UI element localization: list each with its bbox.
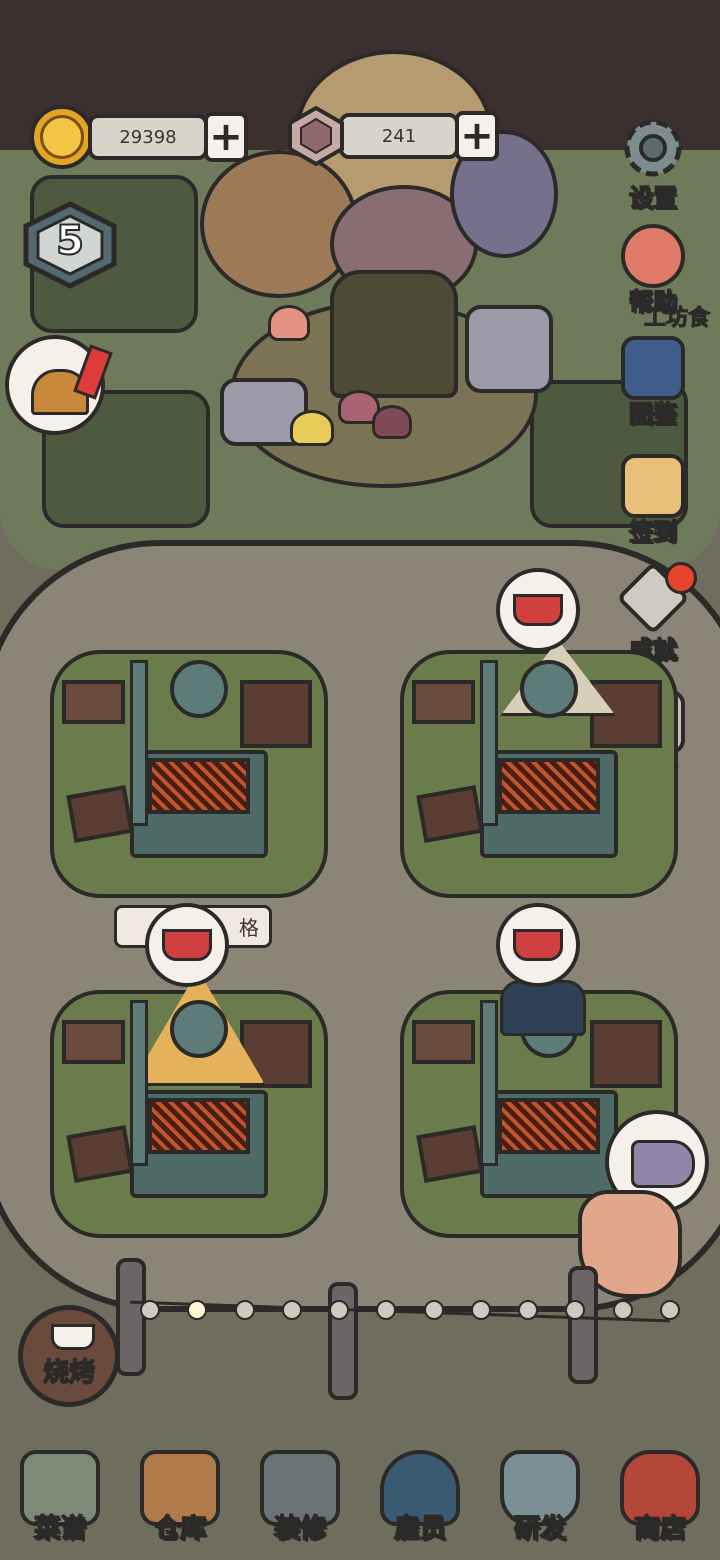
gem-amount: 241 <box>339 113 459 159</box>
chef-character <box>500 980 586 1036</box>
nav-decorate[interactable]: 装修 <box>250 1425 350 1545</box>
nav-warehouse[interactable]: 仓库 <box>130 1425 230 1545</box>
bbq-mode-button[interactable]: 烧烤 <box>18 1305 120 1407</box>
grill-station-1[interactable] <box>50 630 328 898</box>
add-coins-button[interactable]: + <box>204 112 248 162</box>
lamp-icon <box>170 660 228 718</box>
bell-button[interactable] <box>5 335 113 435</box>
collection-label: 图鉴 <box>628 399 678 429</box>
firewood <box>66 1125 134 1183</box>
level-number: 5 <box>55 217 85 265</box>
order-bubble-3[interactable] <box>145 903 229 987</box>
nav-employee[interactable]: 雇员 <box>370 1425 470 1545</box>
book-icon <box>621 336 685 400</box>
grill-station-2[interactable] <box>400 630 678 898</box>
gem-counter: 241 + <box>285 105 499 167</box>
grill-coals <box>148 758 250 814</box>
mushroom-dark <box>372 405 412 439</box>
nav-research[interactable]: 研发 <box>490 1425 590 1545</box>
grill-coals <box>498 1098 600 1154</box>
side-table <box>62 1020 125 1064</box>
grill-coals <box>498 758 600 814</box>
side-table <box>412 680 475 724</box>
checkin-icon <box>621 454 685 518</box>
stone-rune <box>465 305 553 393</box>
firewood <box>66 785 134 843</box>
grill-coals <box>148 1098 250 1154</box>
megaphone-icon <box>631 1140 695 1188</box>
lamp-pole <box>480 1000 498 1166</box>
lamp-pole <box>480 660 498 826</box>
grill-station-3[interactable] <box>50 970 328 1238</box>
firewood <box>416 785 484 843</box>
kettle-stand <box>240 680 312 748</box>
kettle-stand <box>590 1020 662 1088</box>
lamp-icon <box>170 1000 228 1058</box>
workshop-label: 工坊食 <box>643 306 711 332</box>
nav-decorate-label: 装修 <box>273 1513 327 1545</box>
nav-shop[interactable]: 商店 <box>610 1425 710 1545</box>
nav-warehouse-label: 仓库 <box>153 1513 207 1545</box>
checkin-button[interactable]: 签到 <box>608 454 698 572</box>
nav-recipe-label: 菜谱 <box>33 1513 87 1545</box>
collection-button[interactable]: 图鉴 <box>608 336 698 454</box>
fence-post <box>568 1266 598 1384</box>
side-table <box>412 1020 475 1064</box>
bbq-mode-label: 烧烤 <box>42 1357 96 1389</box>
achievement-alert-dot <box>665 562 697 594</box>
tree-trunk <box>330 270 458 398</box>
string-lights <box>140 1300 680 1320</box>
coin-icon <box>30 105 94 169</box>
add-gems-button[interactable]: + <box>455 111 499 161</box>
settings-button[interactable]: 设置 <box>608 112 698 224</box>
lamp-pole <box>130 660 148 826</box>
bottom-nav: 菜谱 仓库 装修 雇员 研发 商店 <box>10 1425 710 1545</box>
level-badge[interactable]: 5 <box>20 200 120 290</box>
nav-employee-label: 雇员 <box>393 1513 447 1545</box>
settings-label: 设置 <box>628 183 678 213</box>
gem-icon <box>288 105 344 167</box>
mushroom-pink <box>268 305 310 341</box>
bbq-grill-icon <box>162 929 212 961</box>
order-bubble-4[interactable] <box>496 903 580 987</box>
nav-research-label: 研发 <box>513 1513 567 1545</box>
checkin-label: 签到 <box>628 517 678 547</box>
gear-icon <box>624 119 682 177</box>
nav-shop-label: 商店 <box>633 1513 687 1545</box>
firewood <box>416 1125 484 1183</box>
order-bubble-2[interactable] <box>496 568 580 652</box>
coin-counter: 29398 + <box>30 105 248 169</box>
bbq-grill-icon <box>513 594 563 626</box>
nav-recipe[interactable]: 菜谱 <box>10 1425 110 1545</box>
bbq-grill-icon <box>513 929 563 961</box>
lamp-pole <box>130 1000 148 1166</box>
side-table <box>62 680 125 724</box>
help-icon <box>621 224 685 288</box>
bbq-grill-icon <box>51 1324 95 1350</box>
coin-amount: 29398 <box>88 114 208 160</box>
lamp-icon <box>520 660 578 718</box>
mushroom-yellow <box>290 410 334 446</box>
